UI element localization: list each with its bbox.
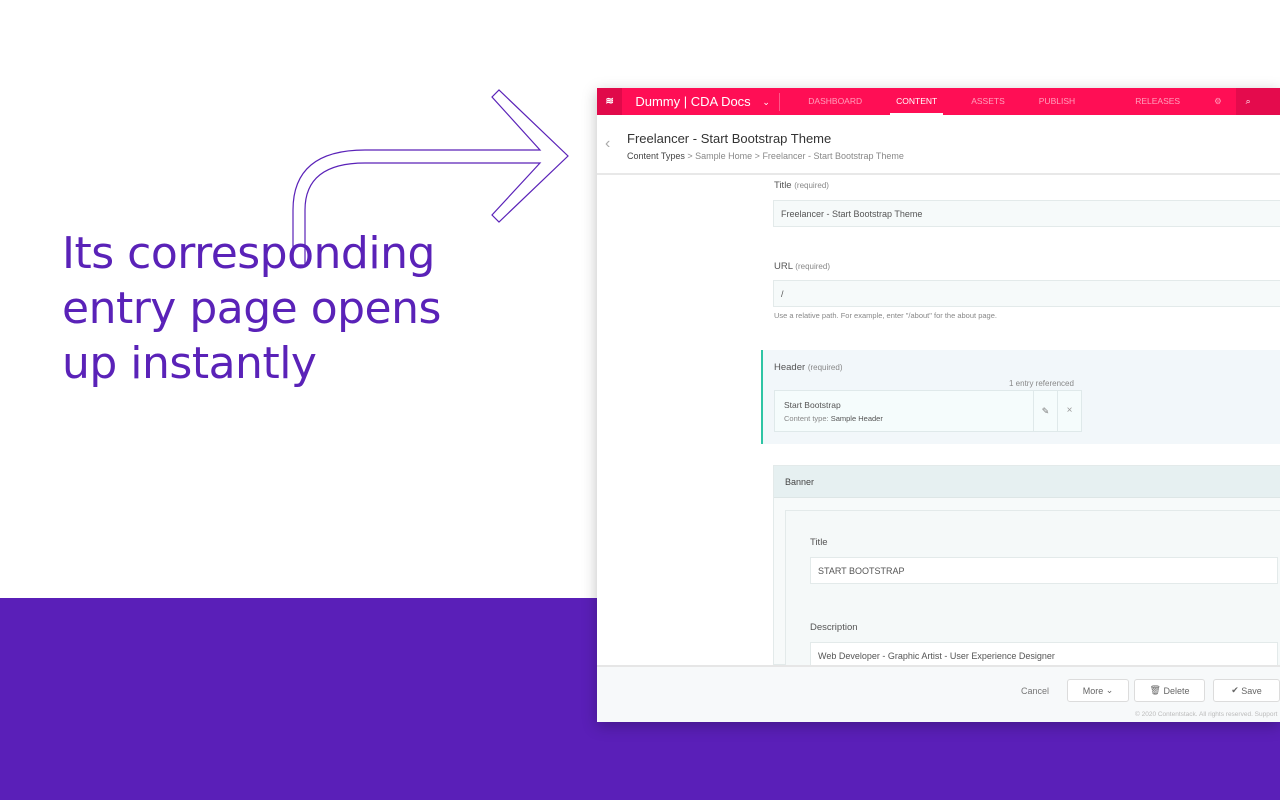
breadcrumb-current: Freelancer - Start Bootstrap Theme xyxy=(762,151,904,161)
search-button[interactable]: ⌕ Search xyxy=(1235,88,1280,133)
search-icon: ⌕ xyxy=(1245,96,1251,106)
top-nav: ≋ Dummy | CDA Docs ⌄ DASHBOARD CONTENT A… xyxy=(597,88,1280,133)
url-label: URL (required) xyxy=(774,261,830,272)
cancel-button[interactable]: Cancel xyxy=(1021,686,1049,696)
tab-dashboard[interactable]: DASHBOARD xyxy=(802,88,868,115)
save-button[interactable]: ✔ Save xyxy=(1213,679,1280,702)
entry-header: ‹ Freelancer - Start Bootstrap Theme Con… xyxy=(597,115,1280,175)
check-icon: ✔ xyxy=(1231,685,1242,695)
title-label: Title (required) xyxy=(774,180,829,191)
banner-label: Banner xyxy=(774,466,1280,498)
chevron-down-icon[interactable]: ⌄ xyxy=(753,92,781,111)
delete-button[interactable]: 🗑 Delete xyxy=(1134,679,1205,702)
copyright: © 2020 Contentstack. All rights reserved… xyxy=(1135,711,1278,718)
reference-card[interactable]: Start Bootstrap Content type: Sample Hea… xyxy=(774,390,1082,432)
trash-icon: 🗑 xyxy=(1149,685,1164,695)
url-hint: Use a relative path. For example, enter … xyxy=(774,311,997,320)
banner-title-input[interactable]: START BOOTSTRAP xyxy=(810,557,1278,584)
banner-inner: Title START BOOTSTRAP Description Web De… xyxy=(785,510,1280,670)
header-reference-field: Header (required) 1 entry referenced Sta… xyxy=(761,350,1280,444)
banner-title-label: Title xyxy=(810,537,828,548)
ref-type: Content type: Sample Header xyxy=(784,414,883,423)
footer-bar: Cancel More ⌄ 🗑 Delete ✔ Save © 2020 Con… xyxy=(597,665,1280,722)
tab-releases[interactable]: RELEASES xyxy=(1129,88,1186,115)
gear-icon[interactable]: ⚙ ⌄ xyxy=(1208,88,1235,133)
edit-icon[interactable]: ✎ xyxy=(1033,391,1057,431)
page-title: Freelancer - Start Bootstrap Theme xyxy=(627,131,832,146)
entry-form: Title (required) Freelancer - Start Boot… xyxy=(597,175,1280,670)
tab-content[interactable]: CONTENT xyxy=(890,88,944,115)
tab-assets[interactable]: ASSETS xyxy=(965,88,1011,115)
more-button[interactable]: More ⌄ xyxy=(1067,679,1129,702)
breadcrumb: Content Types > Sample Home > Freelancer… xyxy=(627,151,904,161)
ref-count: 1 entry referenced xyxy=(1009,379,1074,388)
url-input[interactable]: / xyxy=(773,280,1280,307)
app-window: ≋ Dummy | CDA Docs ⌄ DASHBOARD CONTENT A… xyxy=(597,88,1280,722)
contentstack-logo[interactable]: ≋ xyxy=(597,88,623,115)
close-icon[interactable]: × xyxy=(1057,391,1081,431)
chevron-down-icon: ⌄ xyxy=(1105,685,1114,695)
banner-group: Banner Title START BOOTSTRAP Description… xyxy=(773,465,1280,670)
ref-title: Start Bootstrap xyxy=(784,400,841,410)
arrow-icon xyxy=(292,89,569,266)
stack-name[interactable]: Dummy | CDA Docs xyxy=(635,94,753,109)
tab-publish-queue[interactable]: PUBLISH QUEUE xyxy=(1033,88,1107,133)
header-label: Header (required) xyxy=(774,362,843,373)
description-label: Description xyxy=(810,622,858,633)
back-icon[interactable]: ‹ xyxy=(605,135,610,153)
title-input[interactable]: Freelancer - Start Bootstrap Theme xyxy=(773,200,1280,227)
breadcrumb-content-types[interactable]: Content Types xyxy=(627,151,685,161)
breadcrumb-sample-home[interactable]: Sample Home xyxy=(695,151,752,161)
